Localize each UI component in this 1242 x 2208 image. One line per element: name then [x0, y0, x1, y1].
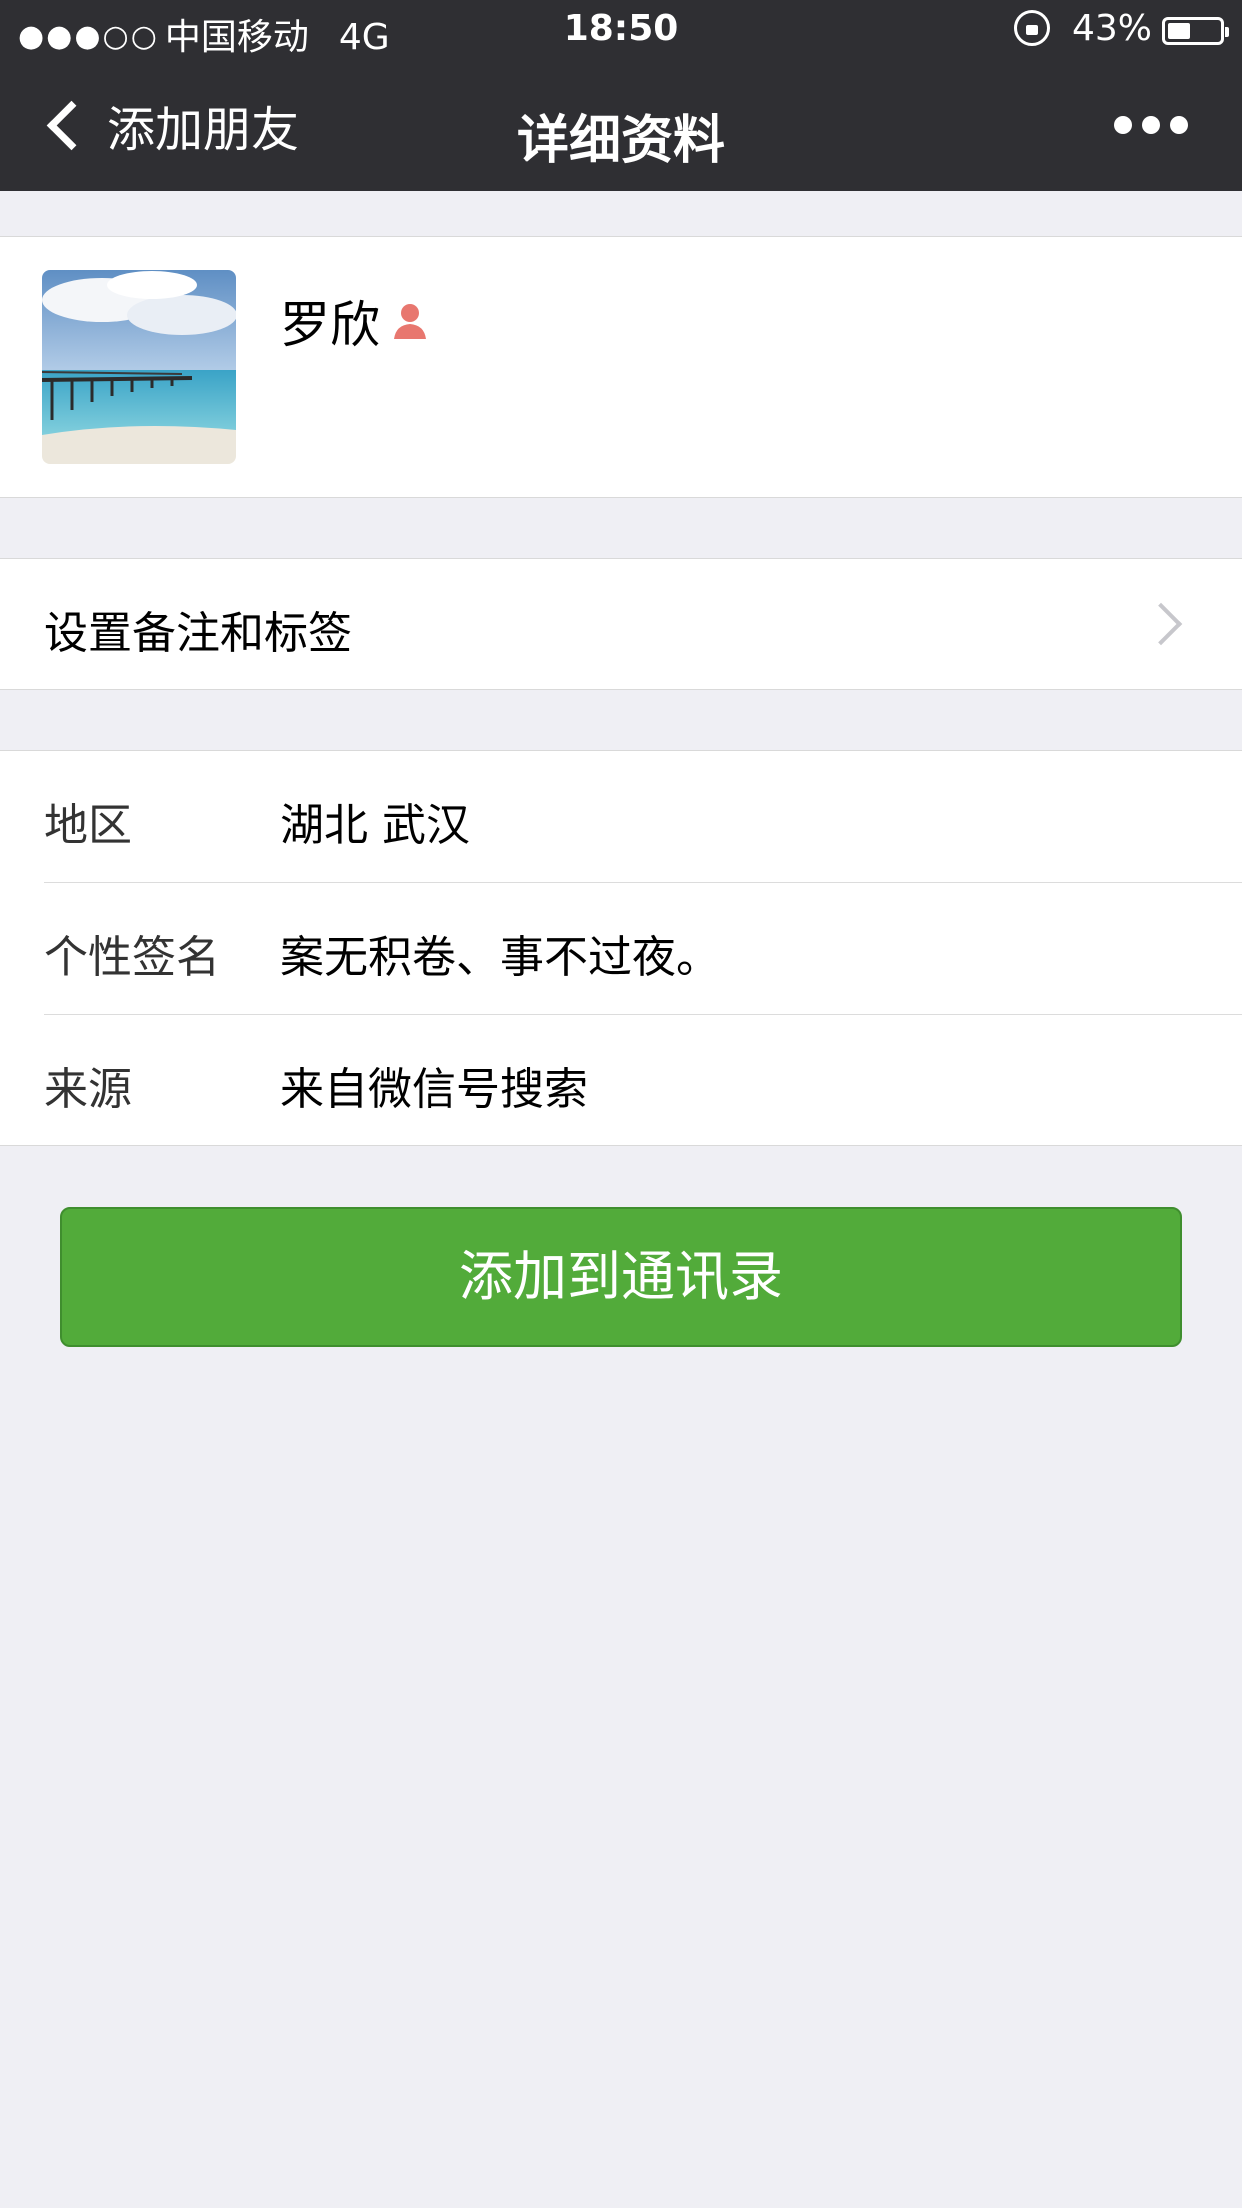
status-bar: ●●●○○ 中国移动 4G 18:50 43% [0, 0, 1242, 60]
battery-icon [1162, 17, 1229, 45]
female-icon [394, 304, 426, 339]
region-key: 地区 [44, 800, 132, 851]
source-value: 来自微信号搜索 [280, 1064, 588, 1115]
info-row-signature: 个性签名 案无积卷、事不过夜。 [0, 883, 1242, 1015]
contact-name: 罗欣 [280, 296, 380, 354]
name-row: 罗欣 [280, 285, 432, 357]
more-dot-icon [1114, 116, 1132, 134]
more-dot-icon [1170, 116, 1188, 134]
battery-percent: 43% [1071, 8, 1152, 49]
more-options-button[interactable] [1114, 116, 1188, 134]
info-list: 地区 湖北 武汉 个性签名 案无积卷、事不过夜。 来源 来自微信号搜索 [0, 750, 1242, 1146]
signature-value: 案无积卷、事不过夜。 [280, 932, 720, 983]
info-row-source: 来源 来自微信号搜索 [0, 1015, 1242, 1147]
rotation-lock-icon [1013, 10, 1050, 46]
page-title: 详细资料 [516, 111, 725, 171]
more-dot-icon [1142, 116, 1160, 134]
set-remark-and-tags[interactable]: 设置备注和标签 [0, 558, 1242, 690]
info-row-region: 地区 湖北 武汉 [0, 751, 1242, 883]
chevron-right-icon [1139, 602, 1183, 646]
signature-key: 个性签名 [44, 932, 220, 983]
profile-card: 罗欣 [0, 236, 1242, 498]
region-value: 湖北 武汉 [280, 800, 470, 851]
top-bar: ●●●○○ 中国移动 4G 18:50 43% 添加朋友 详细资料 [0, 0, 1242, 191]
avatar-image [42, 270, 236, 464]
remark-label: 设置备注和标签 [44, 608, 352, 659]
source-key: 来源 [44, 1064, 132, 1115]
avatar[interactable] [42, 270, 236, 464]
status-right: 43% [1013, 8, 1229, 49]
battery-fill [1168, 23, 1190, 39]
add-to-contacts-button[interactable]: 添加到通讯录 [60, 1207, 1182, 1347]
navigation-bar: 添加朋友 详细资料 [0, 60, 1242, 191]
